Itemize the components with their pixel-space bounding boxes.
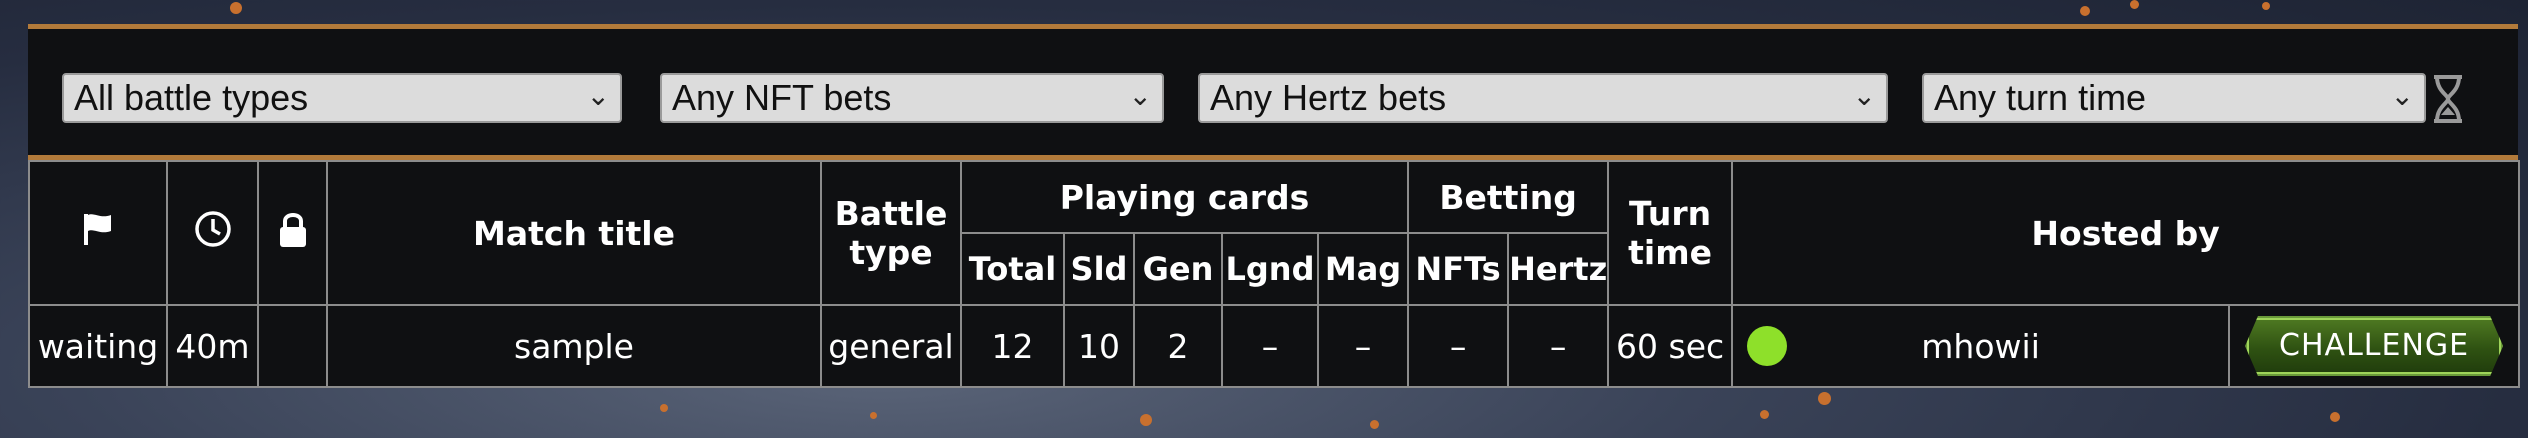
match-gen-cards: 2 xyxy=(1133,304,1223,388)
hosted-by-header: Hosted by xyxy=(1731,160,2521,306)
mag-header: Mag xyxy=(1316,232,1410,306)
match-host[interactable]: mhowii xyxy=(1921,327,2040,366)
match-turn-time: 60 sec xyxy=(1607,304,1734,388)
match-age: 40m xyxy=(166,304,259,388)
sld-header: Sld xyxy=(1063,232,1135,306)
battle-type-header: Battle type xyxy=(820,160,962,306)
bg-dot xyxy=(1818,392,1831,405)
bg-dot xyxy=(2130,0,2139,9)
bg-dot xyxy=(2262,2,2270,10)
match-total-cards: 12 xyxy=(960,304,1065,388)
battle-type-header-line2: type xyxy=(849,233,933,272)
lock-column-header xyxy=(257,160,328,306)
nfts-header: NFTs xyxy=(1407,232,1510,306)
nft-bets-select-value: Any NFT bets xyxy=(672,77,892,118)
bg-dot xyxy=(1140,414,1152,426)
chevron-down-icon: ⌄ xyxy=(1128,80,1152,111)
betting-header: Betting xyxy=(1407,160,1610,234)
hertz-bets-select[interactable]: Any Hertz bets ⌄ xyxy=(1198,73,1888,123)
battle-type-header-line1: Battle xyxy=(834,194,948,233)
match-status: waiting xyxy=(28,304,168,388)
battle-type-select-value: All battle types xyxy=(74,77,309,118)
match-hertz-bet: – xyxy=(1507,304,1610,388)
match-action-cell: CHALLENGE xyxy=(2228,304,2521,388)
match-title: sample xyxy=(326,304,822,388)
hourglass-icon[interactable] xyxy=(2428,73,2468,125)
match-lock-cell xyxy=(257,304,328,388)
chevron-down-icon: ⌄ xyxy=(2390,80,2414,111)
match-title-header: Match title xyxy=(326,160,822,306)
bg-dot xyxy=(660,404,668,412)
status-column-header xyxy=(28,160,168,306)
turn-time-header-line1: Turn xyxy=(1629,194,1712,233)
match-nft-bet: – xyxy=(1407,304,1510,388)
hertz-bets-select-value: Any Hertz bets xyxy=(1210,77,1447,118)
hertz-header: Hertz xyxy=(1507,232,1610,306)
bg-dot xyxy=(2330,412,2340,422)
nft-bets-select[interactable]: Any NFT bets ⌄ xyxy=(660,73,1164,123)
match-sld-cards: 10 xyxy=(1063,304,1135,388)
gen-header: Gen xyxy=(1133,232,1223,306)
matches-table: Match title Battle type Playing cards Be… xyxy=(28,160,2521,388)
flag-icon xyxy=(84,214,111,245)
match-host-cell: mhowii xyxy=(1731,304,2231,388)
chevron-down-icon: ⌄ xyxy=(1852,80,1876,111)
match-mag-cards: – xyxy=(1316,304,1410,388)
match-lgnd-cards: – xyxy=(1221,304,1319,388)
clock-icon xyxy=(194,211,231,247)
bg-dot xyxy=(1370,420,1379,429)
total-header: Total xyxy=(960,232,1065,306)
time-column-header xyxy=(166,160,259,306)
battle-type-select[interactable]: All battle types ⌄ xyxy=(62,73,622,123)
bg-dot xyxy=(230,2,242,14)
bg-dot xyxy=(870,412,877,419)
lock-icon xyxy=(279,213,306,247)
turn-time-select-value: Any turn time xyxy=(1934,77,2147,118)
challenge-button[interactable]: CHALLENGE xyxy=(2245,316,2504,376)
turn-time-header-line2: time xyxy=(1628,233,1712,272)
lgnd-header: Lgnd xyxy=(1221,232,1319,306)
playing-cards-header: Playing cards xyxy=(959,160,1410,234)
online-status-dot xyxy=(1747,326,1788,366)
bg-dot xyxy=(1760,410,1769,419)
table-row[interactable]: waiting 40m sample general 12 10 2 – – –… xyxy=(28,304,2521,388)
turn-time-header: Turn time xyxy=(1607,160,1734,306)
match-battle-type: general xyxy=(820,304,962,388)
chevron-down-icon: ⌄ xyxy=(586,80,610,111)
bg-dot xyxy=(2080,6,2090,16)
turn-time-select[interactable]: Any turn time ⌄ xyxy=(1922,73,2426,123)
filter-bar: All battle types ⌄ Any NFT bets ⌄ Any He… xyxy=(28,24,2518,160)
